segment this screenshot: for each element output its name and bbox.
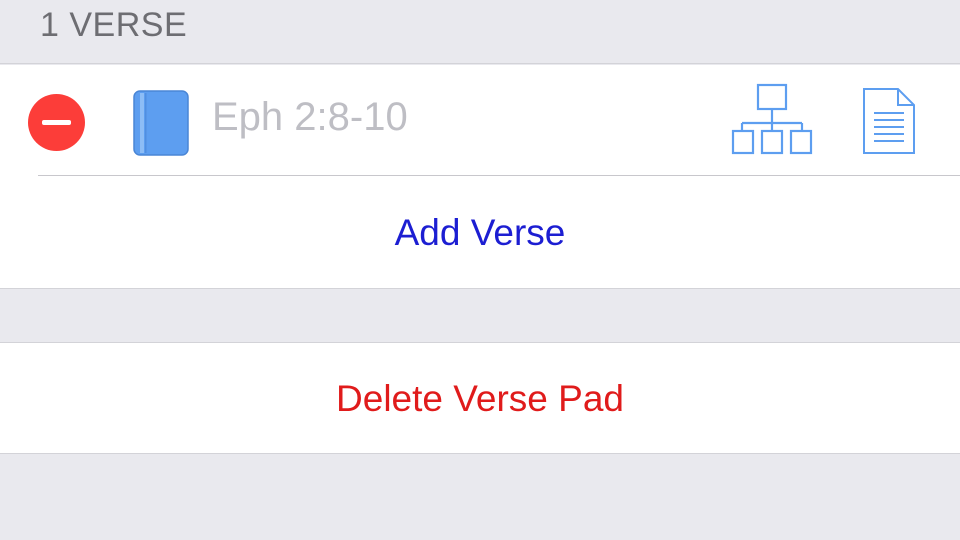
verse-pad-edit-screen: 1 VERSE Eph 2:8-10 Add Verse Delete Vers… <box>0 0 960 540</box>
add-verse-label: Add Verse <box>394 212 566 253</box>
verses-group: Eph 2:8-10 Add Verse <box>0 65 960 289</box>
minus-circle-icon[interactable] <box>28 94 85 151</box>
verse-reference: Eph 2:8-10 <box>212 95 408 139</box>
delete-verse-pad-label: Delete Verse Pad <box>336 378 624 419</box>
verse-row[interactable]: Eph 2:8-10 <box>0 65 960 176</box>
hierarchy-diagram-icon[interactable] <box>730 83 814 155</box>
section-header-label: 1 VERSE <box>40 6 188 44</box>
minus-bar <box>42 120 71 125</box>
book-icon <box>132 90 190 156</box>
section-header: 1 VERSE <box>0 0 960 64</box>
add-verse-button[interactable]: Add Verse <box>0 176 960 288</box>
delete-verse-pad-button[interactable]: Delete Verse Pad <box>0 342 960 454</box>
document-icon[interactable] <box>862 87 916 155</box>
